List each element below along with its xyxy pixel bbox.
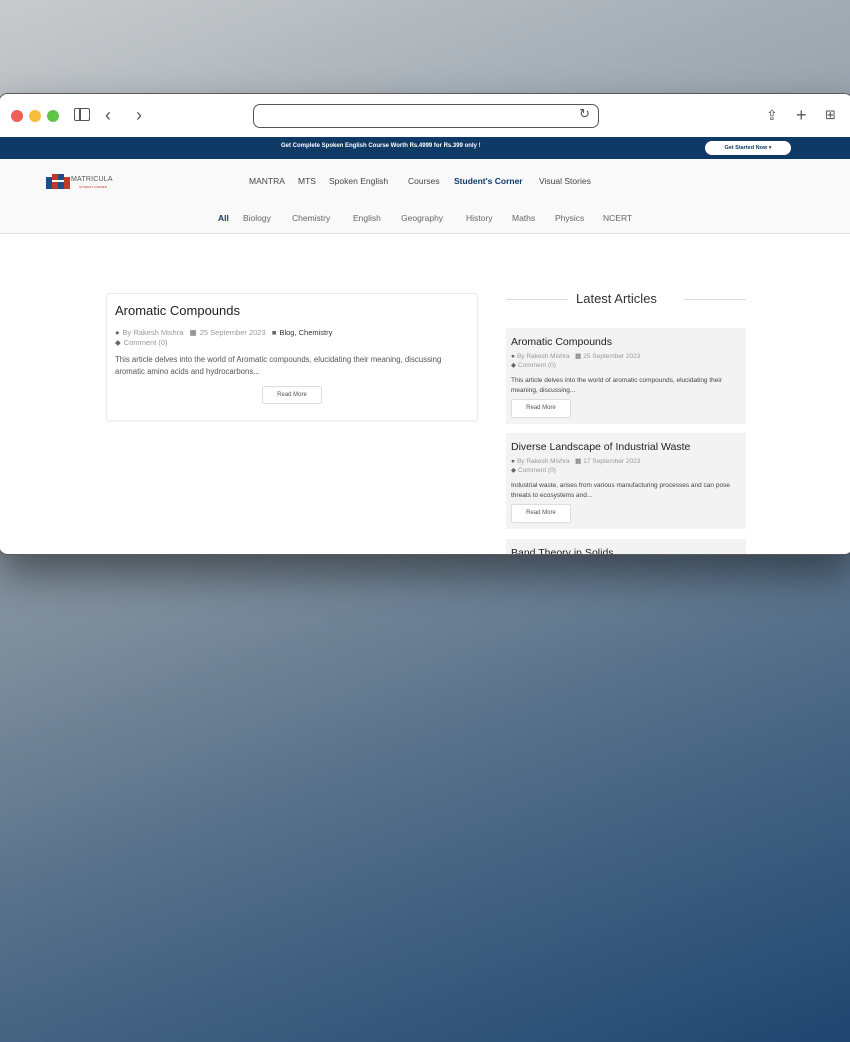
post-date: 25 September 2023 bbox=[199, 328, 266, 337]
post-category-blog[interactable]: Blog bbox=[279, 328, 294, 337]
category-all[interactable]: All bbox=[218, 213, 229, 223]
sidebar-icon[interactable] bbox=[74, 108, 90, 121]
sidebar-article-card: Diverse Landscape of Industrial Waste ● B… bbox=[506, 433, 746, 529]
get-started-label: Get Started Now bbox=[724, 145, 768, 151]
user-icon: ● bbox=[115, 328, 120, 337]
sidebar-article-title[interactable]: Diverse Landscape of Industrial Waste bbox=[511, 441, 690, 453]
nav-item-spoken-english[interactable]: Spoken English bbox=[329, 176, 388, 186]
category-bar: All Biology Chemistry English Geography … bbox=[0, 202, 850, 234]
promo-text: Get Complete Spoken English Course Worth… bbox=[281, 143, 481, 149]
logo-subtext: STUDENT CORNER bbox=[79, 185, 107, 189]
user-icon: ● bbox=[511, 353, 515, 360]
nav-item-students-corner[interactable]: Student's Corner bbox=[454, 176, 523, 186]
calendar-icon: ▦ bbox=[189, 328, 197, 337]
minimize-window-button[interactable] bbox=[29, 110, 41, 122]
post-category-chemistry[interactable]: Chemistry bbox=[299, 328, 333, 337]
post-meta: ● By Rakesh Mishra ▦ 25 September 2023 ■ Bl… bbox=[115, 328, 333, 337]
post-comment-meta: ◆ Comment (0) bbox=[115, 338, 168, 347]
read-more-button[interactable]: Read More bbox=[511, 504, 571, 523]
post-excerpt: This article delves into the world of Ar… bbox=[115, 355, 442, 376]
nav-item-visual-stories[interactable]: Visual Stories bbox=[539, 176, 591, 186]
forward-icon[interactable]: › bbox=[136, 104, 142, 126]
address-bar[interactable]: ↻ bbox=[253, 104, 599, 128]
nav-item-mantra[interactable]: MANTRA bbox=[249, 176, 285, 186]
chevron-down-icon: ▾ bbox=[768, 145, 772, 151]
divider bbox=[506, 299, 568, 300]
sidebar-article-card: Aromatic Compounds ● By Rakesh Mishra ▦ 25… bbox=[506, 328, 746, 424]
category-chemistry[interactable]: Chemistry bbox=[292, 213, 330, 223]
comments-icon: ◆ bbox=[115, 338, 121, 347]
sidebar-article-date: 25 September 2023 bbox=[583, 353, 641, 360]
category-biology[interactable]: Biology bbox=[243, 213, 271, 223]
sidebar-article-comment-meta: ◆ Comment (0) bbox=[511, 466, 556, 474]
tab-overview-icon[interactable]: ⊞ bbox=[825, 104, 836, 126]
browser-window: ‹ › ↻ ⇪ + ⊞ Get Complete Spoken English … bbox=[0, 93, 850, 555]
comments-icon: ◆ bbox=[511, 467, 516, 474]
get-started-button[interactable]: Get Started Now ▾ bbox=[705, 141, 791, 155]
nav-item-mts[interactable]: MTS bbox=[298, 176, 316, 186]
category-ncert[interactable]: NCERT bbox=[603, 213, 632, 223]
post-card: Aromatic Compounds ● By Rakesh Mishra ▦ 25… bbox=[106, 293, 478, 421]
sidebar-article-title[interactable]: Aromatic Compounds bbox=[511, 336, 612, 348]
category-history[interactable]: History bbox=[466, 213, 492, 223]
promo-banner: Get Complete Spoken English Course Worth… bbox=[0, 137, 850, 159]
sidebar-article-meta: ● By Rakesh Mishra ▦ 17 September 2023 bbox=[511, 457, 640, 465]
sidebar-article-comment[interactable]: Comment (0) bbox=[518, 467, 556, 474]
sidebar-article-author: By Rakesh Mishra bbox=[516, 458, 570, 465]
back-icon[interactable]: ‹ bbox=[105, 104, 111, 126]
zoom-window-button[interactable] bbox=[47, 110, 59, 122]
post-comment-count[interactable]: Comment (0) bbox=[124, 338, 168, 347]
calendar-icon: ▦ bbox=[575, 353, 582, 360]
sidebar-article-author: By Rakesh Mishra bbox=[516, 353, 570, 360]
latest-articles-heading: Latest Articles bbox=[506, 291, 746, 307]
read-more-button[interactable]: Read More bbox=[511, 399, 571, 418]
divider bbox=[684, 299, 746, 300]
user-icon: ● bbox=[511, 458, 515, 465]
sidebar-article-card: Band Theory in Solids bbox=[506, 539, 746, 554]
category-maths[interactable]: Maths bbox=[512, 213, 535, 223]
share-icon[interactable]: ⇪ bbox=[766, 104, 778, 126]
logo-text: MATRICULA bbox=[71, 176, 113, 183]
browser-toolbar: ‹ › ↻ ⇪ + ⊞ bbox=[0, 94, 850, 138]
sidebar-article-comment-meta: ◆ Comment (0) bbox=[511, 361, 556, 369]
post-author: By Rakesh Mishra bbox=[122, 328, 184, 337]
comments-icon: ◆ bbox=[511, 362, 516, 369]
calendar-icon: ▦ bbox=[575, 458, 582, 465]
post-title[interactable]: Aromatic Compounds bbox=[115, 303, 240, 318]
close-window-button[interactable] bbox=[11, 110, 23, 122]
sidebar-article-comment[interactable]: Comment (0) bbox=[518, 362, 556, 369]
site-nav: MATRICULA STUDENT CORNER MANTRA MTS Spok… bbox=[0, 159, 850, 203]
matricula-logo-icon[interactable] bbox=[45, 171, 71, 191]
page-content: Aromatic Compounds ● By Rakesh Mishra ▦ 25… bbox=[0, 234, 850, 554]
new-tab-icon[interactable]: + bbox=[796, 104, 807, 126]
sidebar-article-date: 17 September 2023 bbox=[583, 458, 641, 465]
sidebar-article-meta: ● By Rakesh Mishra ▦ 25 September 2023 bbox=[511, 352, 640, 360]
read-more-button[interactable]: Read More bbox=[262, 386, 322, 404]
sidebar-article-excerpt: Industrial waste, arises from various ma… bbox=[511, 482, 730, 499]
folder-icon: ■ bbox=[271, 328, 277, 337]
latest-articles-title: Latest Articles bbox=[576, 291, 657, 306]
sidebar-article-excerpt: This article delves into the world of ar… bbox=[511, 377, 722, 394]
sidebar-article-title[interactable]: Band Theory in Solids bbox=[511, 547, 614, 554]
nav-item-courses[interactable]: Courses bbox=[408, 176, 440, 186]
reload-icon[interactable]: ↻ bbox=[579, 106, 590, 122]
category-english[interactable]: English bbox=[353, 213, 381, 223]
category-geography[interactable]: Geography bbox=[401, 213, 443, 223]
category-physics[interactable]: Physics bbox=[555, 213, 584, 223]
